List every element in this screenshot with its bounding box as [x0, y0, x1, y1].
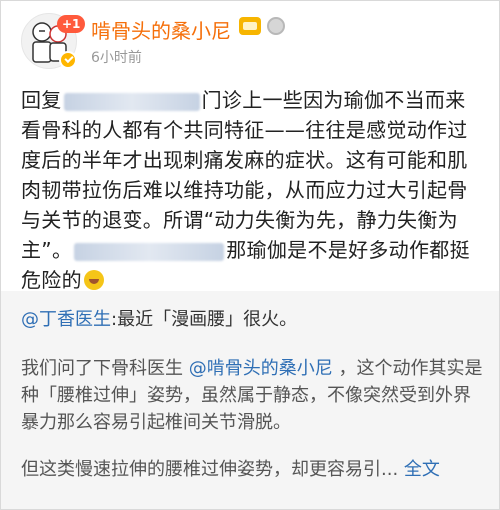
quote-paragraph: 我们问了下骨科医生 @啃骨头的桑小尼 ，这个动作其实是种「腰椎过伸」姿势，虽然属… — [21, 355, 483, 436]
medal-icon — [267, 17, 285, 35]
post-body: 回复 门诊上一些因为瑜伽不当而来看骨科的人都有个共同特征——往往是感觉动作过度后的… — [21, 85, 483, 295]
blurred-username — [63, 92, 200, 111]
post-time: 6小时前 — [91, 50, 142, 66]
quote-author-mention[interactable]: @丁香医生 — [21, 309, 111, 330]
post-card: +1 啃骨头的桑小尼 6小时前 回复 门诊上一些因为瑜伽不当而来看骨科的人都有个共… — [0, 0, 500, 510]
quote-truncated-line: 但这类慢速拉伸的腰椎过伸姿势，却更容易引... 全文 — [21, 455, 440, 481]
notification-badge: +1 — [57, 15, 86, 33]
post-text-main: 门诊上一些因为瑜伽不当而来看骨科的人都有个共同特征——往往是感觉动作过度后的半年… — [21, 88, 468, 262]
quote-p2-a: 我们问了下骨科医生 — [21, 358, 189, 379]
quote-line3-text: 但这类慢速拉伸的腰椎过伸姿势，却更容易引... — [21, 459, 399, 480]
avatar-container[interactable]: +1 — [21, 13, 86, 69]
quote-line1-text: :最近「漫画腰」很火。 — [111, 309, 298, 330]
vip-icon — [239, 17, 261, 35]
verified-icon — [59, 51, 77, 69]
username[interactable]: 啃骨头的桑小尼 — [91, 15, 231, 44]
laugh-icon — [83, 270, 104, 290]
quote-first-line: @丁香医生:最近「漫画腰」很火。 — [21, 305, 297, 331]
quote-p2-mention[interactable]: @啃骨头的桑小尼 — [189, 358, 333, 379]
full-text-link[interactable]: 全文 — [398, 459, 440, 480]
blurred-username — [74, 242, 225, 261]
reply-prefix: 回复 — [21, 88, 62, 112]
quoted-post[interactable]: @丁香医生:最近「漫画腰」很火。 我们问了下骨科医生 @啃骨头的桑小尼 ，这个动… — [1, 291, 499, 509]
